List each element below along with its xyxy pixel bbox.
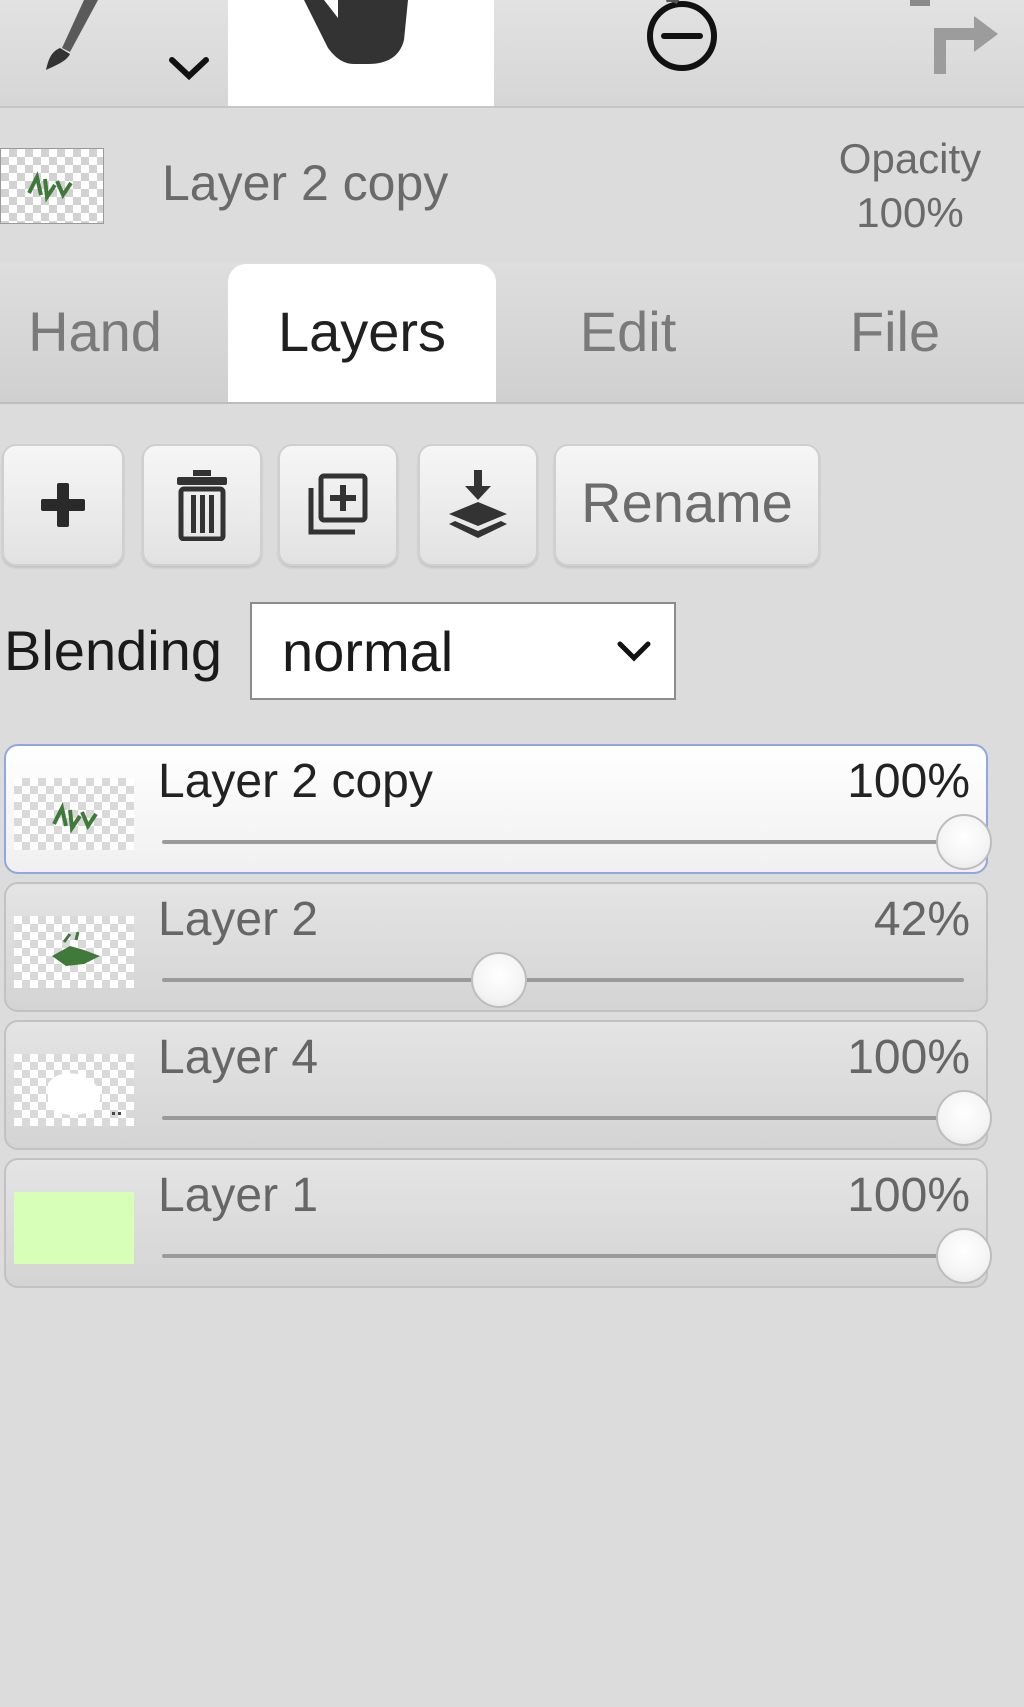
layer-name: Layer 1	[158, 1169, 319, 1222]
opacity-slider-handle[interactable]	[936, 1090, 992, 1146]
layer-item[interactable]: Layer 4 100%	[4, 1020, 992, 1150]
opacity-slider-handle[interactable]	[936, 814, 992, 870]
current-layer-name: Layer 2 copy	[162, 155, 449, 211]
chevron-down-icon[interactable]	[168, 56, 210, 82]
trash-icon	[177, 470, 227, 541]
sketch-thumbnail-graphic	[52, 802, 98, 834]
layer-opacity-value: 100%	[847, 755, 970, 808]
opacity-slider-handle[interactable]	[936, 1228, 992, 1284]
rename-layer-button[interactable]: Rename	[554, 444, 820, 566]
layer-thumbnail	[14, 916, 134, 988]
layer-opacity-value: 100%	[847, 1169, 970, 1222]
layer-opacity-value: 42%	[873, 893, 970, 946]
opacity-label: Opacity	[838, 135, 982, 182]
layer-item[interactable]: Layer 2 42%	[4, 882, 988, 1012]
chevron-down-icon	[617, 641, 651, 662]
layer-item[interactable]: Layer 1 100%	[4, 1158, 992, 1288]
brush-tool-button[interactable]	[0, 0, 228, 106]
duplicate-icon	[308, 473, 368, 535]
blending-value: normal	[282, 620, 454, 683]
layer-opacity-value: 100%	[847, 1031, 970, 1084]
layer-thumbnail	[14, 778, 134, 850]
hand-icon	[304, 0, 408, 64]
tab-file[interactable]: File	[800, 262, 990, 402]
plus-icon	[41, 483, 85, 527]
opacity-slider-handle[interactable]	[470, 952, 527, 1008]
layer-name: Layer 2	[158, 893, 319, 946]
delete-layer-button[interactable]	[142, 444, 262, 566]
add-layer-button[interactable]	[2, 444, 124, 566]
layer-thumbnail	[14, 1192, 134, 1264]
tab-layers[interactable]: Layers	[228, 264, 496, 402]
opacity-slider[interactable]	[162, 1090, 992, 1146]
current-layer-header: Layer 2 copy Opacity 100%	[0, 108, 1024, 260]
layers-list: Layer 2 copy 100% Layer 2 42% Layer 4 10…	[4, 744, 992, 1296]
merge-down-icon	[449, 470, 507, 538]
shape-thumbnail-graphic	[48, 1073, 121, 1115]
merge-down-button[interactable]	[418, 444, 538, 566]
duplicate-layer-button[interactable]	[278, 444, 398, 566]
zoom-out-icon	[647, 0, 717, 71]
blending-label: Blending	[4, 619, 222, 682]
opacity-slider[interactable]	[162, 952, 964, 1008]
opacity-slider[interactable]	[162, 1228, 992, 1284]
redo-icon	[910, 0, 998, 74]
current-layer-opacity: Opacity 100%	[820, 132, 1000, 240]
opacity-slider[interactable]	[162, 814, 992, 870]
sketch-thumbnail-graphic	[27, 171, 73, 203]
hand-tool-button[interactable]	[228, 0, 494, 106]
tab-hand[interactable]: Hand	[0, 262, 190, 402]
redo-button[interactable]	[880, 0, 1000, 106]
tab-edit[interactable]: Edit	[528, 262, 728, 402]
tab-bar: Hand Layers Edit File	[0, 262, 1024, 404]
layer-name: Layer 2 copy	[158, 755, 433, 808]
layer-item[interactable]: Layer 2 copy 100%	[4, 744, 992, 874]
layer-name: Layer 4	[158, 1031, 319, 1084]
brush-icon	[46, 0, 98, 70]
zoom-out-button[interactable]	[610, 0, 760, 106]
opacity-value: 100%	[856, 189, 964, 236]
toolbar	[0, 0, 1024, 108]
blending-select[interactable]: normal	[250, 602, 676, 700]
layer-thumbnail	[14, 1054, 134, 1126]
sketch-thumbnail-graphic	[52, 931, 100, 966]
current-layer-thumbnail	[0, 148, 104, 224]
